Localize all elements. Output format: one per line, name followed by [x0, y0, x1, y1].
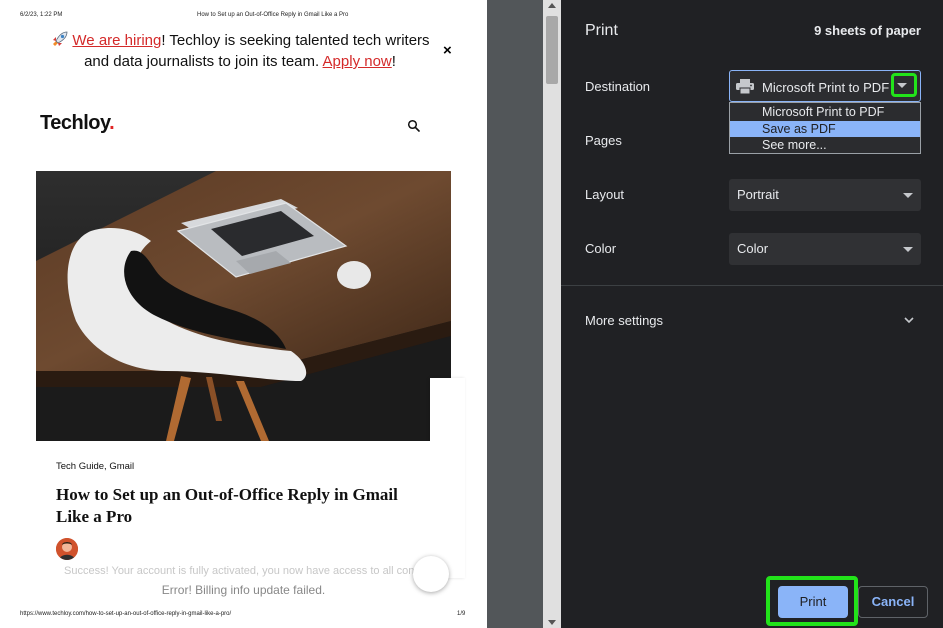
- preview-scrollbar[interactable]: [543, 0, 561, 628]
- option-microsoft-print-to-pdf[interactable]: Microsoft Print to PDF: [730, 104, 920, 120]
- option-see-more[interactable]: See more...: [730, 137, 920, 153]
- destination-label: Destination: [585, 79, 651, 94]
- destination-dropdown-button[interactable]: [891, 73, 917, 97]
- close-icon[interactable]: ×: [443, 42, 452, 59]
- more-settings-toggle[interactable]: More settings: [585, 313, 663, 328]
- scroll-up-icon[interactable]: [548, 3, 556, 8]
- chevron-down-icon[interactable]: [903, 315, 915, 325]
- destination-dropdown-list: Microsoft Print to PDF Save as PDF See m…: [729, 102, 921, 154]
- floating-action-button[interactable]: [413, 556, 449, 592]
- page-footer-url: https://www.techloy.com/how-to-set-up-an…: [20, 611, 232, 617]
- article-categories[interactable]: Tech Guide, Gmail: [56, 461, 134, 472]
- page-footer-number: 1/9: [457, 611, 466, 617]
- hiring-banner: We are hiring! Techloy is seeking talent…: [40, 30, 440, 72]
- print-preview-window: 6/2/23, 1:22 PM How to Set up an Out-of-…: [0, 0, 943, 628]
- article-title[interactable]: How to Set up an Out-of-Office Reply in …: [56, 484, 426, 528]
- pages-label: Pages: [585, 133, 622, 148]
- banner-text-end: !: [391, 53, 396, 70]
- preview-page: 6/2/23, 1:22 PM How to Set up an Out-of-…: [0, 0, 487, 628]
- page-header-date: 6/2/23, 1:22 PM: [20, 12, 63, 18]
- search-icon[interactable]: [407, 119, 421, 133]
- color-label: Color: [585, 241, 617, 256]
- caret-down-icon: [903, 193, 913, 198]
- caret-down-icon: [897, 83, 907, 88]
- error-message: Error! Billing info update failed.: [161, 583, 326, 597]
- apply-now-link[interactable]: Apply now: [323, 53, 392, 70]
- print-button[interactable]: Print: [778, 586, 848, 618]
- cancel-button[interactable]: Cancel: [858, 586, 928, 618]
- printer-icon: [736, 79, 754, 94]
- layout-select[interactable]: Portrait: [729, 179, 921, 211]
- layout-label: Layout: [585, 187, 625, 202]
- destination-select[interactable]: Microsoft Print to PDF: [729, 70, 921, 102]
- divider: [561, 285, 943, 286]
- side-card: [430, 378, 465, 578]
- hiring-link[interactable]: We are hiring: [72, 32, 161, 49]
- site-logo: Techloy.: [40, 112, 115, 135]
- logo-dot: .: [109, 112, 115, 134]
- logo-text: Techloy: [40, 112, 110, 134]
- sheet-count: 9 sheets of paper: [814, 23, 921, 38]
- panel-title: Print: [585, 22, 618, 39]
- author-avatar: [56, 538, 78, 560]
- page-header-title: How to Set up an Out-of-Office Reply in …: [197, 12, 349, 18]
- print-settings-panel: Print 9 sheets of paper Destination Micr…: [561, 0, 943, 628]
- scroll-down-icon[interactable]: [548, 620, 556, 625]
- color-value: Color: [737, 241, 769, 256]
- caret-down-icon: [903, 247, 913, 252]
- color-select[interactable]: Color: [729, 233, 921, 265]
- destination-value: Microsoft Print to PDF: [762, 80, 890, 95]
- hero-image: [36, 171, 451, 441]
- scrollbar-thumb[interactable]: [546, 16, 558, 84]
- option-save-as-pdf[interactable]: Save as PDF: [730, 121, 920, 137]
- rocket-icon: [53, 31, 68, 46]
- layout-value: Portrait: [737, 187, 779, 202]
- article-card: Tech Guide, Gmail How to Set up an Out-o…: [36, 441, 430, 581]
- success-message: Success! Your account is fully activated…: [64, 565, 416, 577]
